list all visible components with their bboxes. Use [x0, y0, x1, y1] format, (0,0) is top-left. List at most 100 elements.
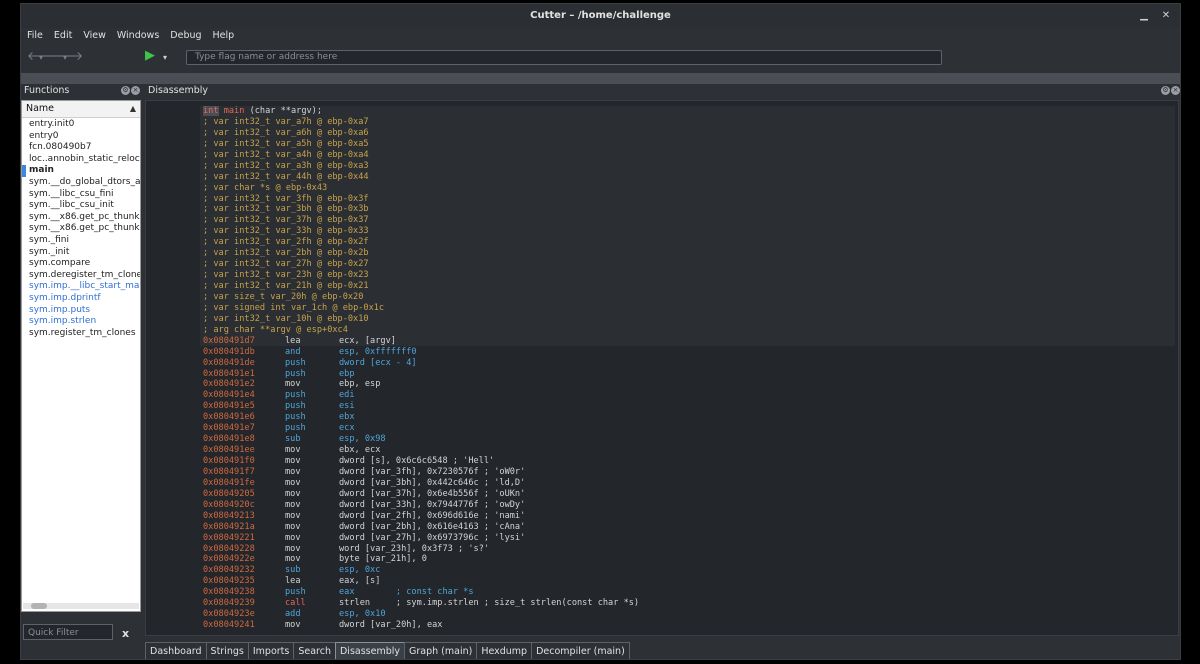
var-name: var_a7h	[275, 116, 312, 127]
instruction-line[interactable]: 0x08049221 mov dword [var_27h], 0x6973796c…	[203, 533, 639, 544]
instruction-line[interactable]: 0x080491e2 mov ebp, esp	[203, 379, 639, 390]
var-at: @	[311, 248, 328, 259]
function-item[interactable]: sym.imp.dprintf	[22, 293, 140, 305]
functions-list[interactable]: Name ▲ entry.init0 entry0 fcn.080490b7 loc.…	[21, 100, 141, 612]
forward-arrow-icon[interactable]: 🡒	[51, 48, 83, 64]
instruction-address: 0x0804921a	[203, 521, 255, 532]
var-at: @	[311, 270, 328, 281]
instruction-line[interactable]: 0x080491e1 push ebp	[203, 369, 639, 380]
function-item[interactable]: sym.imp.puts	[22, 305, 140, 317]
instruction-line[interactable]: 0x08049238 push eax ; const char *s	[203, 587, 639, 598]
instruction-line[interactable]: 0x080491ee mov ebx, ecx	[203, 445, 639, 456]
menu-view[interactable]: View	[83, 28, 106, 44]
instruction-line[interactable]: 0x08049228 mov word [var_23h], 0x3f73 ; 's…	[203, 544, 639, 555]
forward-dropdown-icon[interactable]: ▾	[63, 50, 67, 66]
tab-disassembly[interactable]: Disassembly	[334, 642, 405, 659]
var-at: @	[311, 259, 328, 270]
instruction-mnemonic: sub	[285, 434, 301, 445]
instruction-line[interactable]: 0x08049239 call strlen ; sym.imp.strlen ; …	[203, 598, 639, 609]
var-at: @	[290, 324, 307, 335]
function-item[interactable]: entry0	[22, 131, 140, 143]
function-item[interactable]: sym.deregister_tm_clones	[22, 270, 140, 282]
instruction-line[interactable]: 0x080491e8 sub esp, 0x98	[203, 434, 639, 445]
disassembly-view[interactable]: int main (char **argv); ; var int32_t va…	[145, 100, 1179, 636]
minimize-icon[interactable]: ▁	[1137, 10, 1151, 22]
function-item[interactable]: sym.imp.strlen	[22, 316, 140, 328]
function-item[interactable]: loc..annobin_static_reloc.c	[22, 154, 140, 166]
var-line: ; var int32_t var_44h @ ebp-0x44	[203, 172, 639, 183]
instruction-line[interactable]: 0x0804920c mov dword [var_33h], 0x7944776f…	[203, 500, 639, 511]
var-line: ; var char *s @ ebp-0x43	[203, 183, 639, 194]
menu-debug[interactable]: Debug	[170, 28, 201, 44]
menu-help[interactable]: Help	[213, 28, 235, 44]
instruction-line[interactable]: 0x080491e5 push esi	[203, 401, 639, 412]
function-item[interactable]: sym.imp.__libc_start_main	[22, 281, 140, 293]
clear-filter-button[interactable]: x	[122, 627, 129, 640]
tab-hexdump[interactable]: Hexdump	[476, 642, 533, 659]
function-item[interactable]: sym.compare	[22, 258, 140, 270]
flag-search-input[interactable]: Type flag name or address here	[186, 50, 942, 65]
instruction-line[interactable]: 0x08049232 sub esp, 0xc	[203, 565, 639, 576]
instruction-line[interactable]: 0x08049213 mov dword [var_2fh], 0x696d616e…	[203, 511, 639, 522]
undock-icon[interactable]: ⚙	[1161, 86, 1170, 95]
menu-windows[interactable]: Windows	[117, 28, 159, 44]
instruction-operands: esp, 0xfffffff0	[339, 346, 417, 357]
instruction-line[interactable]: 0x080491f7 mov dword [var_3fh], 0x7230576f…	[203, 467, 639, 478]
instruction-line[interactable]: 0x08049205 mov dword [var_37h], 0x6e4b556f…	[203, 489, 639, 500]
play-icon[interactable]: ▶	[145, 48, 155, 64]
instruction-mnemonic: mov	[285, 499, 301, 510]
instruction-line[interactable]: 0x080491de push dword [ecx - 4]	[203, 358, 639, 369]
function-item[interactable]: entry.init0	[22, 119, 140, 131]
quick-filter-input[interactable]: Quick Filter	[23, 624, 113, 640]
var-line: ; arg char **argv @ esp+0xc4	[203, 325, 639, 336]
instruction-address: 0x0804923e	[203, 609, 255, 620]
instruction-line[interactable]: 0x08049235 lea eax, [s]	[203, 576, 639, 587]
instruction-line[interactable]: 0x080491d7 lea ecx, [argv]	[203, 336, 639, 347]
menu-edit[interactable]: Edit	[54, 28, 72, 44]
function-item[interactable]: sym.__libc_csu_init	[22, 200, 140, 212]
instruction-address: 0x080491db	[203, 346, 255, 357]
function-item[interactable]: sym.__do_global_dtors_aux	[22, 177, 140, 189]
run-dropdown-icon[interactable]: ▾	[163, 50, 167, 66]
instruction-line[interactable]: 0x080491e6 push ebx	[203, 412, 639, 423]
panel-close-icon[interactable]: ×	[1171, 86, 1180, 95]
var-name: argv	[270, 324, 291, 335]
instruction-line[interactable]: 0x080491db and esp, 0xfffffff0	[203, 347, 639, 358]
var-location: ebp-0xa5	[327, 138, 369, 149]
scrollbar-thumb[interactable]	[31, 603, 47, 609]
instruction-line[interactable]: 0x080491e4 push edi	[203, 390, 639, 401]
instruction-line[interactable]: 0x0804922e mov byte [var_21h], 0	[203, 554, 639, 565]
back-dropdown-icon[interactable]: ▾	[39, 50, 43, 66]
function-item[interactable]: main	[22, 165, 140, 177]
instruction-operands: strlen ; sym.imp.strlen ; size_t strlen(…	[339, 598, 640, 609]
tab-strings[interactable]: Strings	[205, 642, 249, 659]
horizontal-scrollbar[interactable]	[23, 603, 139, 609]
var-line: ; var int32_t var_a5h @ ebp-0xa5	[203, 139, 639, 150]
instruction-line[interactable]: 0x080491fe mov dword [var_3bh], 0x442c646c…	[203, 478, 639, 489]
function-item[interactable]: sym.__x86.get_pc_thunk.bx	[22, 223, 140, 235]
function-item[interactable]: sym.__libc_csu_fini	[22, 189, 140, 201]
undock-icon[interactable]: ⚙	[121, 86, 130, 95]
var-at: @	[311, 138, 328, 149]
tab-dashboard[interactable]: Dashboard	[145, 642, 207, 659]
var-name: var_23h	[275, 270, 312, 281]
instruction-line[interactable]: 0x0804923e add esp, 0x10	[203, 609, 639, 620]
instruction-line[interactable]: 0x080491e7 push ecx	[203, 423, 639, 434]
instruction-line[interactable]: 0x08049241 mov dword [var_20h], eax	[203, 620, 639, 631]
name-column-header[interactable]: Name ▲	[22, 101, 140, 118]
instruction-line[interactable]: 0x0804921a mov dword [var_2bh], 0x616e4163…	[203, 522, 639, 533]
instruction-line[interactable]: 0x080491f0 mov dword [s], 0x6c6c6548 ; 'He…	[203, 456, 639, 467]
close-icon[interactable]: ✕	[1159, 10, 1173, 22]
tab-decompiler-main[interactable]: Decompiler (main)	[531, 642, 630, 659]
function-item[interactable]: sym._fini	[22, 235, 140, 247]
function-args: (char **argv);	[249, 106, 323, 116]
tab-search[interactable]: Search	[293, 642, 336, 659]
function-item[interactable]: sym.register_tm_clones	[22, 328, 140, 340]
menu-file[interactable]: File	[27, 28, 43, 44]
function-item[interactable]: fcn.080490b7	[22, 142, 140, 154]
panel-close-icon[interactable]: ×	[131, 86, 140, 95]
tab-imports[interactable]: Imports	[247, 642, 295, 659]
function-item[interactable]: sym.__x86.get_pc_thunk.bp	[22, 212, 140, 224]
tab-graph-main[interactable]: Graph (main)	[404, 642, 478, 659]
function-item[interactable]: sym._init	[22, 247, 140, 259]
